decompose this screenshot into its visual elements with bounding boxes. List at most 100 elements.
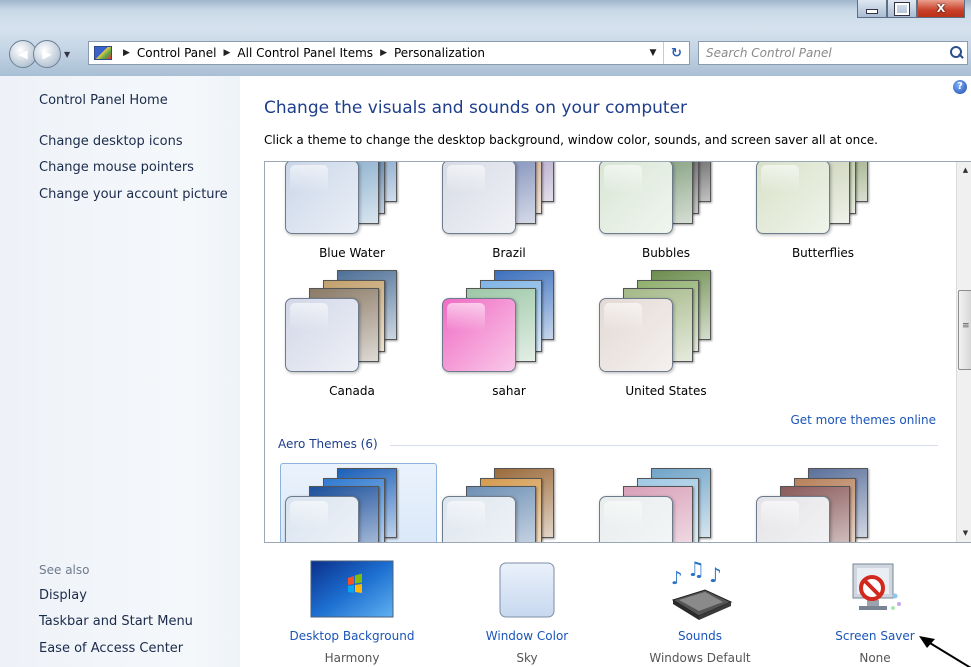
window-color-swatch <box>442 496 516 542</box>
refresh-button[interactable]: ↻ <box>663 42 689 64</box>
desktop-background-label[interactable]: Desktop Background <box>282 629 422 643</box>
see-also-heading: See also <box>39 563 90 577</box>
minimize-button[interactable] <box>857 0 887 18</box>
svg-text:♪: ♪ <box>671 568 683 589</box>
control-panel-icon <box>94 46 112 60</box>
svg-text:♫: ♫ <box>687 560 705 581</box>
scroll-thumb[interactable] <box>958 290 971 370</box>
sidebar-link-change-mouse-pointers[interactable]: Change mouse pointers <box>39 160 194 175</box>
screen-saver-icon <box>852 563 901 610</box>
theme-item[interactable]: sahar <box>424 270 574 420</box>
sounds-value: Windows Default <box>649 651 751 665</box>
theme-item[interactable]: Brazil <box>424 162 574 282</box>
window-color-swatch <box>599 496 673 542</box>
theme-item[interactable]: Canada <box>267 270 417 420</box>
window-color-swatch <box>285 162 359 234</box>
address-dropdown-icon[interactable]: ▼ <box>643 48 663 58</box>
forward-arrow-icon: ▶ <box>42 47 52 61</box>
theme-item[interactable] <box>267 468 417 542</box>
sidebar-link-display[interactable]: Display <box>39 588 87 603</box>
theme-preview <box>599 270 727 372</box>
window-color-swatch <box>756 496 830 542</box>
sidebar-link-change-account-picture[interactable]: Change your account picture <box>39 187 228 202</box>
breadcrumb-personalization[interactable]: Personalization <box>394 46 485 60</box>
theme-item[interactable] <box>424 468 574 542</box>
theme-item[interactable]: Blue Water <box>267 162 417 282</box>
theme-name: sahar <box>492 384 526 398</box>
search-icon[interactable] <box>945 42 967 64</box>
help-icon[interactable]: ? <box>953 80 967 94</box>
page-description: Click a theme to change the desktop back… <box>264 133 878 147</box>
sidebar-link-taskbar-start-menu[interactable]: Taskbar and Start Menu <box>39 614 193 629</box>
theme-item[interactable]: Bubbles <box>581 162 731 282</box>
theme-item[interactable]: Butterflies <box>738 162 888 282</box>
window-chrome: X ◀ ▶ ▼ ▶ Control Panel ▶ All Control Pa… <box>0 0 971 76</box>
desktop-background-value: Harmony <box>324 651 380 665</box>
sounds-setting[interactable]: ♪ ♫ ♪ Sounds Windows Default <box>630 557 770 667</box>
theme-preview <box>756 468 884 542</box>
theme-name: Brazil <box>492 246 526 260</box>
sounds-icon: ♪ ♫ ♪ <box>671 560 733 620</box>
sounds-label[interactable]: Sounds <box>630 629 770 643</box>
maximize-button[interactable] <box>887 0 917 18</box>
theme-item[interactable] <box>738 468 888 542</box>
window-color-swatch <box>756 162 830 234</box>
breadcrumb-all-items[interactable]: All Control Panel Items <box>237 46 373 60</box>
section-divider <box>390 445 938 446</box>
forward-button[interactable]: ▶ <box>33 40 61 68</box>
theme-item[interactable] <box>581 468 731 542</box>
theme-preview <box>599 162 727 234</box>
theme-name: Bubbles <box>641 246 691 260</box>
sidebar-link-ease-of-access[interactable]: Ease of Access Center <box>39 641 183 656</box>
desktop-background-setting[interactable]: Desktop Background Harmony <box>282 557 422 667</box>
window-color-swatch <box>285 298 359 372</box>
theme-preview <box>442 162 570 234</box>
scroll-down-arrow-icon[interactable]: ▼ <box>957 525 971 542</box>
breadcrumb-separator[interactable]: ▶ <box>224 48 231 58</box>
aero-themes-heading[interactable]: Aero Themes (6) <box>278 437 378 451</box>
theme-preview <box>756 162 884 234</box>
main-content: ? Change the visuals and sounds on your … <box>240 76 971 667</box>
theme-preview <box>599 468 727 542</box>
theme-name: Butterflies <box>791 246 855 260</box>
theme-preview <box>285 468 413 542</box>
theme-item[interactable]: United States <box>581 270 731 420</box>
caption-buttons: X <box>857 0 965 18</box>
breadcrumb-separator[interactable]: ▶ <box>123 48 130 58</box>
personalization-window: X ◀ ▶ ▼ ▶ Control Panel ▶ All Control Pa… <box>0 0 971 667</box>
search-input[interactable]: Search Control Panel <box>698 41 968 65</box>
window-color-swatch <box>442 298 516 372</box>
window-color-label[interactable]: Window Color <box>457 629 597 643</box>
window-color-swatch <box>285 496 359 542</box>
breadcrumb-separator[interactable]: ▶ <box>380 48 387 58</box>
breadcrumb-control-panel[interactable]: Control Panel <box>137 46 217 60</box>
search-placeholder: Search Control Panel <box>706 46 832 60</box>
back-arrow-icon: ◀ <box>18 47 28 61</box>
address-bar[interactable]: ▶ Control Panel ▶ All Control Panel Item… <box>88 41 690 65</box>
sidebar-link-change-desktop-icons[interactable]: Change desktop icons <box>39 134 183 149</box>
theme-name: Canada <box>329 384 375 398</box>
svg-text:♪: ♪ <box>709 563 722 587</box>
theme-preview <box>442 270 570 372</box>
get-more-themes-link[interactable]: Get more themes online <box>790 413 936 427</box>
themes-list[interactable]: Blue Water Brazil Bubbles Butterflies Canada… <box>264 161 971 543</box>
scroll-up-arrow-icon[interactable]: ▲ <box>957 162 971 179</box>
window-color-swatch <box>442 162 516 234</box>
page-title: Change the visuals and sounds on your co… <box>264 98 688 118</box>
theme-name: United States <box>625 384 707 398</box>
sidebar: Control Panel Home Change desktop icons … <box>0 76 240 667</box>
sidebar-link-control-panel-home[interactable]: Control Panel Home <box>39 93 168 108</box>
window-color-swatch <box>599 298 673 372</box>
close-button[interactable]: X <box>917 0 965 18</box>
window-color-icon <box>499 562 555 618</box>
themes-scrollbar[interactable]: ▲ ▼ <box>956 162 971 542</box>
theme-preview <box>285 162 413 234</box>
window-color-swatch <box>599 162 673 234</box>
annotation-arrow-icon <box>919 636 971 667</box>
window-color-setting[interactable]: Window Color Sky <box>457 557 597 667</box>
theme-preview <box>285 270 413 372</box>
theme-preview <box>442 468 570 542</box>
desktop-background-icon <box>310 560 394 618</box>
recent-pages-dropdown[interactable]: ▼ <box>64 50 70 59</box>
theme-name: Blue Water <box>319 246 385 260</box>
